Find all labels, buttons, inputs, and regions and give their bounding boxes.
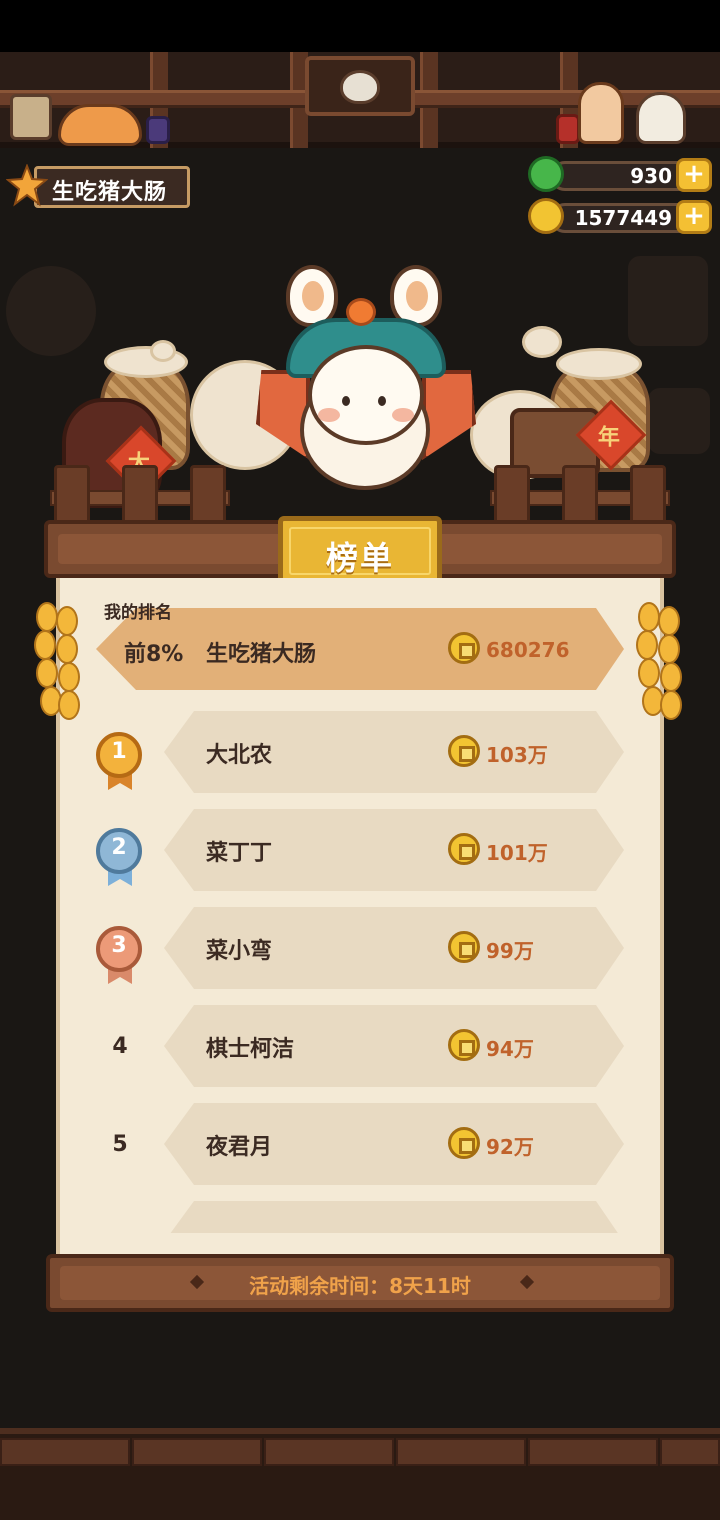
status-bar — [0, 0, 720, 52]
rice-pile-icon — [556, 348, 642, 380]
bunny-blush — [318, 408, 340, 422]
coin-icon — [448, 735, 480, 767]
my-rank-name: 生吃猪大肠 — [206, 642, 317, 667]
my-rank-row[interactable]: 前8% 生吃猪大肠 680276 — [96, 608, 624, 690]
coin-icon — [448, 1029, 480, 1061]
leaderboard-row[interactable]: 菜丁丁 101万 — [164, 809, 624, 891]
player-name-tag[interactable]: 生吃猪大肠 — [6, 164, 190, 210]
paper-note-icon[interactable] — [10, 94, 52, 140]
corn-icon — [32, 596, 84, 736]
white-cat-icon[interactable] — [636, 92, 686, 144]
star-badge-icon — [6, 164, 48, 207]
cat-shopkeeper-icon[interactable] — [340, 70, 380, 104]
rank-number: 3 — [111, 933, 127, 958]
gold-medal-icon: 1 — [96, 732, 144, 792]
bunny-eye — [342, 396, 350, 406]
cloud-puff — [150, 340, 176, 362]
event-scene: 大 年 — [50, 250, 670, 545]
coin-counter: 1577449 + — [528, 198, 712, 236]
my-rank-percent: 前8% — [124, 642, 184, 667]
event-timer: 活动剩余时间：8天11时 — [249, 1274, 471, 1298]
bunny-mascot-icon[interactable] — [308, 345, 424, 445]
coin-icon — [448, 931, 480, 963]
leaderboard-row[interactable]: 夜君月 92万 — [164, 1103, 624, 1185]
player-score: 92万 — [486, 1135, 534, 1159]
bunny-eye — [378, 396, 386, 406]
coin-icon — [448, 632, 480, 664]
costume-wing-right — [422, 370, 476, 460]
leaderboard-row[interactable]: 菜小弯 99万 — [164, 907, 624, 989]
game-screen: 生吃猪大肠 930 + 1577449 + 大 年 — [0, 0, 720, 1520]
player-name: 菜小弯 — [206, 939, 273, 964]
bunny-blush — [392, 408, 414, 422]
coin-icon — [448, 833, 480, 865]
gem-value: 930 — [630, 164, 672, 188]
rank-number: 5 — [112, 1132, 128, 1157]
player-name: 夜君月 — [206, 1135, 273, 1160]
player-score: 99万 — [486, 939, 534, 963]
player-score: 103万 — [486, 743, 548, 767]
player-name: 棋士柯洁 — [206, 1037, 295, 1062]
rank-number: 4 — [112, 1034, 128, 1059]
board-title: 榜单 — [325, 539, 394, 577]
coin-icon — [528, 198, 564, 234]
leaderboard-row[interactable]: 棋士柯洁 94万 — [164, 1005, 624, 1087]
player-score: 94万 — [486, 1037, 534, 1061]
my-rank-label: 我的排名 — [104, 603, 172, 623]
my-rank-score: 680276 — [486, 638, 570, 662]
silver-medal-icon: 2 — [96, 828, 144, 888]
player-score: 101万 — [486, 841, 548, 865]
add-gems-button[interactable]: + — [676, 158, 712, 192]
gem-icon — [528, 156, 564, 192]
coin-value: 1577449 — [574, 206, 672, 230]
rank-number: 1 — [111, 739, 127, 764]
cloud-puff — [522, 326, 562, 358]
board-title-plate: 榜单 — [278, 516, 442, 586]
rank-number: 2 — [111, 835, 127, 860]
gem-counter: 930 + — [528, 156, 712, 194]
bronze-medal-icon: 3 — [96, 926, 144, 986]
player-name: 菜丁丁 — [206, 841, 273, 866]
leaderboard-row-clipped[interactable] — [164, 1201, 624, 1233]
player-name: 生吃猪大肠 — [52, 180, 168, 205]
add-coins-button[interactable]: + — [676, 200, 712, 234]
villager-icon[interactable] — [578, 82, 624, 144]
coin-icon — [448, 1127, 480, 1159]
corn-icon — [634, 596, 686, 736]
fu-tag-right-text: 年 — [597, 425, 620, 451]
lantern-icon — [556, 114, 580, 144]
player-name: 大北农 — [206, 743, 273, 768]
jar-icon — [146, 116, 170, 144]
carrot-icon — [346, 298, 376, 326]
floor-bar — [0, 1428, 720, 1520]
leaderboard-row[interactable]: 大北农 103万 — [164, 711, 624, 793]
orange-cat-icon[interactable] — [58, 104, 142, 146]
